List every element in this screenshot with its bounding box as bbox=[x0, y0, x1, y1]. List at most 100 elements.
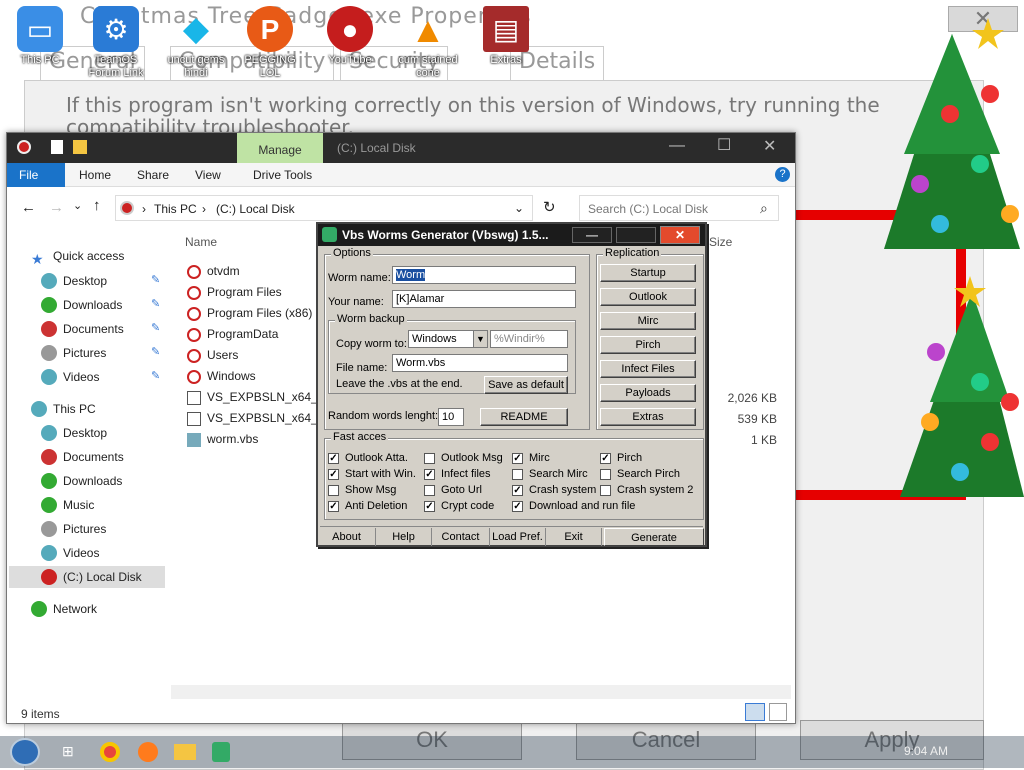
file-row[interactable]: worm.vbs bbox=[187, 429, 258, 450]
column-header-size[interactable]: Size bbox=[709, 235, 732, 249]
fast-access-checkbox[interactable]: Crash system 2 bbox=[600, 482, 693, 498]
payloads-button[interactable]: Payloads bbox=[600, 384, 696, 402]
sidebar-network[interactable]: Network bbox=[31, 598, 97, 620]
random-words-input[interactable]: 10 bbox=[438, 408, 464, 426]
worm-name-input[interactable]: Worm bbox=[392, 266, 576, 284]
sidebar-item-pictures[interactable]: Pictures bbox=[41, 518, 106, 540]
start-button[interactable] bbox=[10, 738, 40, 766]
load-preferences-button[interactable]: Load Pref. bbox=[490, 528, 546, 546]
desktop-icon-extras[interactable]: ▤ Extras bbox=[470, 6, 542, 67]
sidebar-item-local-disk[interactable]: (C:) Local Disk bbox=[9, 566, 165, 588]
back-arrow-icon[interactable]: ← bbox=[21, 199, 36, 216]
maximize-icon[interactable] bbox=[616, 227, 656, 243]
pin-icon[interactable]: ✎ bbox=[151, 345, 160, 358]
breadcrumb[interactable]: › This PC › (C:) Local Disk ⌄ bbox=[115, 195, 533, 221]
fast-access-checkbox[interactable]: Search Pirch bbox=[600, 466, 680, 482]
pin-icon[interactable]: ✎ bbox=[151, 297, 160, 310]
checkmark-icon[interactable]: ✓ bbox=[328, 468, 339, 480]
readme-button[interactable]: README bbox=[480, 408, 568, 426]
chevron-down-icon[interactable]: ▼ bbox=[473, 331, 487, 347]
fast-access-checkbox[interactable]: ✓ Outlook Atta. bbox=[328, 450, 408, 466]
tab-view[interactable]: View bbox=[183, 163, 233, 187]
fast-access-checkbox[interactable]: Show Msg bbox=[328, 482, 396, 498]
tab-drive-tools[interactable]: Drive Tools bbox=[241, 163, 324, 187]
empty-checkbox-icon[interactable] bbox=[600, 468, 611, 480]
column-header-name[interactable]: Name bbox=[185, 235, 217, 249]
help-icon[interactable]: ? bbox=[775, 167, 790, 182]
checkmark-icon[interactable]: ✓ bbox=[512, 452, 523, 464]
empty-checkbox-icon[interactable] bbox=[328, 484, 339, 496]
empty-checkbox-icon[interactable] bbox=[512, 468, 523, 480]
file-explorer-icon[interactable] bbox=[174, 744, 196, 760]
fast-access-checkbox[interactable]: Goto Url bbox=[424, 482, 482, 498]
your-name-input[interactable]: [K]Alamar bbox=[392, 290, 576, 308]
file-row[interactable]: otvdm bbox=[187, 261, 240, 282]
tab-home[interactable]: Home bbox=[67, 163, 123, 187]
maximize-icon[interactable]: ☐ bbox=[717, 135, 731, 155]
sidebar-item-documents[interactable]: Documents bbox=[41, 318, 124, 340]
checkmark-icon[interactable]: ✓ bbox=[424, 500, 435, 512]
breadcrumb-this-pc[interactable]: This PC bbox=[154, 202, 197, 216]
properties-icon[interactable] bbox=[51, 140, 63, 154]
copy-path-input[interactable]: %Windir% bbox=[490, 330, 568, 348]
checkmark-icon[interactable]: ✓ bbox=[512, 484, 523, 496]
checkmark-icon[interactable]: ✓ bbox=[512, 500, 523, 512]
outlook-button[interactable]: Outlook bbox=[600, 288, 696, 306]
minimize-icon[interactable]: — bbox=[572, 227, 612, 243]
exit-button[interactable]: Exit bbox=[546, 528, 602, 546]
sidebar-quick-access[interactable]: ★ Quick access bbox=[31, 245, 124, 267]
pin-icon[interactable]: ✎ bbox=[151, 369, 160, 382]
details-view-icon[interactable] bbox=[745, 703, 765, 721]
breadcrumb-local-disk[interactable]: (C:) Local Disk bbox=[216, 202, 295, 216]
search-input[interactable]: Search (C:) Local Disk ⌕ bbox=[579, 195, 779, 221]
sidebar-item-desktop[interactable]: Desktop bbox=[41, 422, 107, 444]
file-row[interactable]: Program Files bbox=[187, 282, 282, 303]
checkmark-icon[interactable]: ✓ bbox=[328, 500, 339, 512]
sidebar-item-music[interactable]: Music bbox=[41, 494, 94, 516]
close-icon[interactable]: ✕ bbox=[763, 136, 776, 156]
pin-icon[interactable]: ✎ bbox=[151, 321, 160, 334]
large-icons-view-icon[interactable] bbox=[769, 703, 787, 721]
contact-button[interactable]: Contact bbox=[432, 528, 490, 546]
pin-icon[interactable]: ✎ bbox=[151, 273, 160, 286]
sidebar-item-videos[interactable]: Videos bbox=[41, 542, 99, 564]
fast-access-checkbox[interactable]: ✓ Start with Win. bbox=[328, 466, 416, 482]
recent-dropdown-icon[interactable]: ⌄ bbox=[73, 199, 82, 212]
about-button[interactable]: About bbox=[318, 528, 376, 546]
generate-button[interactable]: Generate bbox=[604, 528, 704, 546]
empty-checkbox-icon[interactable] bbox=[424, 452, 435, 464]
sidebar-item-downloads[interactable]: Downloads bbox=[41, 470, 122, 492]
minimize-icon[interactable]: — bbox=[669, 137, 685, 155]
desktop-icon-pegging[interactable]: P PEGGING LOL bbox=[234, 6, 306, 80]
checkmark-icon[interactable]: ✓ bbox=[328, 452, 339, 464]
help-button[interactable]: Help bbox=[376, 528, 432, 546]
extras-button[interactable]: Extras bbox=[600, 408, 696, 426]
fast-access-checkbox[interactable]: ✓ Anti Deletion bbox=[328, 498, 407, 514]
checkmark-icon[interactable]: ✓ bbox=[600, 452, 611, 464]
tab-file[interactable]: File bbox=[7, 163, 65, 187]
vbs-generator-taskbar-icon[interactable] bbox=[212, 742, 230, 762]
copy-to-select[interactable]: Windows ▼ bbox=[408, 330, 488, 348]
refresh-icon[interactable]: ↻ bbox=[543, 198, 556, 216]
fast-access-checkbox[interactable]: ✓ Crypt code bbox=[424, 498, 494, 514]
file-row[interactable]: Program Files (x86) bbox=[187, 303, 312, 324]
sidebar-item-pictures[interactable]: Pictures bbox=[41, 342, 106, 364]
sidebar-item-videos[interactable]: Videos bbox=[41, 366, 99, 388]
forward-arrow-icon[interactable]: → bbox=[49, 199, 64, 216]
desktop-icon-youtube[interactable]: ● YouTube bbox=[314, 6, 386, 67]
file-row[interactable]: Users bbox=[187, 345, 238, 366]
mirc-button[interactable]: Mirc bbox=[600, 312, 696, 330]
save-as-default-button[interactable]: Save as default bbox=[484, 376, 568, 394]
chrome-icon[interactable] bbox=[100, 742, 120, 762]
fast-access-checkbox[interactable]: ✓ Mirc bbox=[512, 450, 550, 466]
fast-access-checkbox[interactable]: ✓ Crash system bbox=[512, 482, 596, 498]
file-name-input[interactable]: Worm.vbs bbox=[392, 354, 568, 372]
desktop-icon-uncut-gems[interactable]: ◆ uncut gems hindi bbox=[160, 6, 232, 80]
infect-files-button[interactable]: Infect Files bbox=[600, 360, 696, 378]
empty-checkbox-icon[interactable] bbox=[424, 484, 435, 496]
file-row[interactable]: Windows bbox=[187, 366, 256, 387]
up-arrow-icon[interactable]: ↑ bbox=[93, 197, 101, 214]
tab-manage[interactable]: Manage bbox=[237, 133, 323, 163]
tab-share[interactable]: Share bbox=[125, 163, 181, 187]
desktop-icon-teamos[interactable]: ⚙ TeamOS Forum Link bbox=[80, 6, 152, 80]
